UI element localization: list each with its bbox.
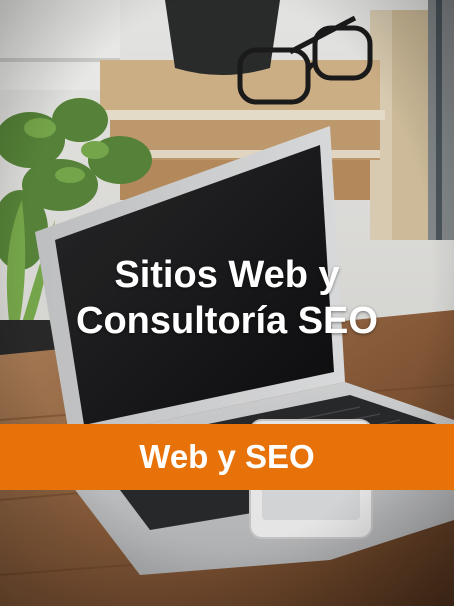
card-headline: Sitios Web y Consultoría SEO [0,252,454,344]
headline-line-1: Sitios Web y [114,254,340,296]
banner-label: Web y SEO [139,438,315,475]
service-card[interactable]: Sitios Web y Consultoría SEO Web y SEO [0,0,454,606]
headline-line-2: Consultoría SEO [76,300,378,342]
category-banner[interactable]: Web y SEO [0,424,454,490]
